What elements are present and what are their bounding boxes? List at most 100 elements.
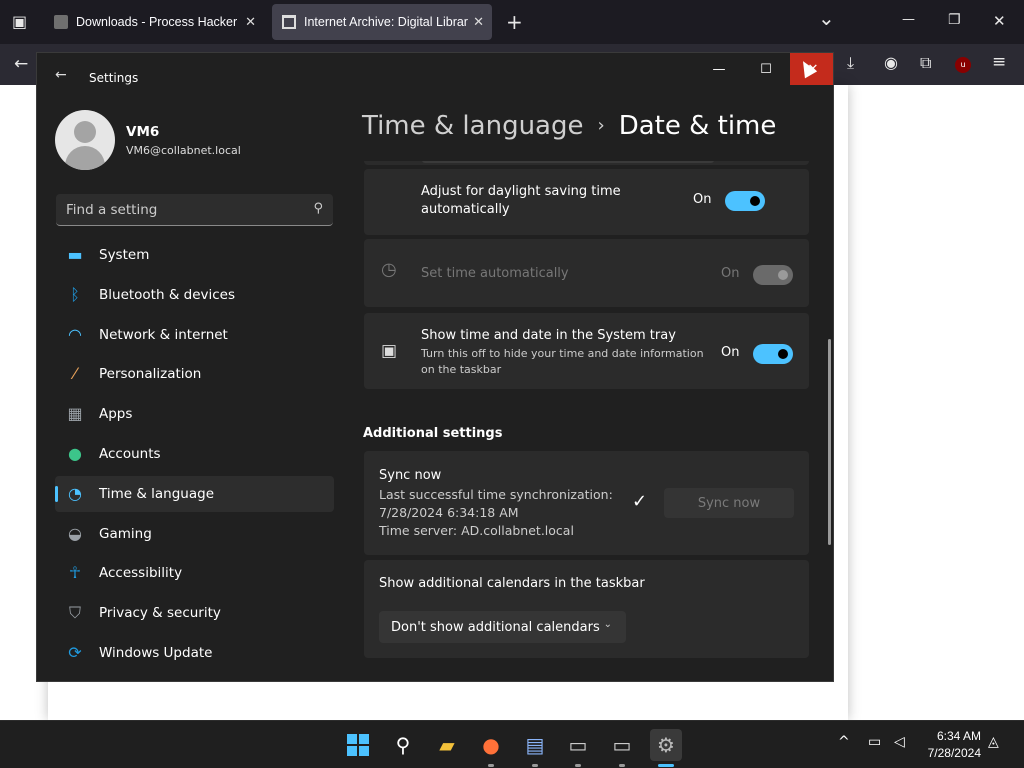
sync-now-card: Sync now Last successful time synchroniz…	[364, 451, 809, 555]
sidebar-item-accessibility[interactable]: ☥ Accessibility	[55, 555, 334, 591]
page-title: Date & time	[618, 111, 777, 141]
update-icon: ⟳	[68, 642, 82, 662]
tray-overflow-icon[interactable]: ^	[838, 734, 850, 750]
system-tray-state: On	[721, 345, 740, 360]
sidebar-item-system[interactable]: ▬ System	[55, 237, 334, 273]
volume-muted-icon[interactable]: ◁	[894, 734, 905, 750]
new-tab-button[interactable]: +	[506, 10, 523, 34]
daylight-saving-label: Adjust for daylight saving time automati…	[421, 183, 621, 219]
list-all-tabs-button[interactable]: ⌄	[818, 6, 835, 30]
apps-icon: ▦	[67, 404, 83, 424]
sidebar-item-label: Time & language	[99, 485, 215, 502]
accounts-icon: ●	[68, 443, 82, 463]
shield-icon: ⛉	[68, 603, 81, 623]
search-box[interactable]: ⚲	[56, 194, 333, 226]
start-icon[interactable]	[342, 729, 374, 761]
search-input[interactable]	[66, 200, 296, 220]
close-icon[interactable]: ✕	[473, 14, 484, 30]
daylight-saving-state: On	[693, 192, 712, 207]
sidebar-item-apps[interactable]: ▦ Apps	[55, 396, 334, 432]
breadcrumb: Time & language › Date & time	[362, 111, 776, 141]
user-name: VM6	[126, 124, 160, 140]
clock[interactable]: 6:34 AM 7/28/2024	[928, 728, 981, 762]
file-explorer-icon[interactable]: ▰	[431, 729, 463, 761]
sidebar-item-network[interactable]: ◠ Network & internet	[55, 317, 334, 353]
tab-internet-archive[interactable]: Internet Archive: Digital Library ✕	[272, 4, 492, 40]
extensions-icon[interactable]: ⧉	[920, 53, 931, 73]
set-time-auto-toggle	[753, 265, 793, 285]
wifi-icon: ◠	[68, 324, 82, 344]
maximize-button[interactable]: ☐	[743, 53, 789, 85]
avatar[interactable]	[55, 110, 115, 170]
partial-dropdown	[422, 161, 714, 163]
close-icon[interactable]: ✕	[245, 14, 256, 30]
powershell-icon[interactable]: ▭	[606, 729, 638, 767]
scrollbar[interactable]	[828, 339, 831, 545]
sidebar-item-label: Accessibility	[99, 565, 183, 582]
minimize-button[interactable]: —	[696, 53, 742, 85]
sidebar-item-privacy[interactable]: ⛉ Privacy & security	[55, 595, 334, 631]
sidebar-item-label: Accounts	[99, 445, 161, 462]
breadcrumb-parent[interactable]: Time & language	[362, 111, 583, 141]
browser-close-button[interactable]: ✕	[993, 12, 1006, 30]
back-arrow-icon[interactable]: ←	[55, 67, 67, 83]
sync-server: Time server: AD.collabnet.local	[379, 523, 574, 538]
sync-now-button[interactable]: Sync now	[664, 488, 794, 518]
running-indicator	[488, 764, 494, 767]
back-button[interactable]: ←	[14, 54, 28, 74]
system-tray-desc-line2: on the taskbar	[421, 363, 502, 376]
search-icon[interactable]: ⚲	[313, 201, 323, 216]
sync-timestamp: 7/28/2024 6:34:18 AM	[379, 505, 519, 520]
ublock-icon[interactable]: u	[955, 57, 971, 73]
download-icon[interactable]: ⤓	[847, 53, 854, 73]
additional-calendars-card: Show additional calendars in the taskbar…	[364, 560, 809, 658]
calendar-clock-icon: ▣	[381, 341, 398, 361]
browser-minimize-button[interactable]: —	[902, 12, 915, 27]
breadcrumb-separator: ›	[597, 115, 605, 136]
sidebar-item-windows-update[interactable]: ⟳ Windows Update	[55, 635, 334, 671]
window-title: Settings	[89, 71, 139, 85]
sidebar-item-label: Apps	[99, 406, 133, 423]
browser-restore-button[interactable]: ❐	[948, 12, 961, 28]
sync-details: Last successful time synchronization: 7/…	[379, 486, 613, 540]
running-indicator	[619, 764, 625, 767]
sidebar-item-label: Privacy & security	[99, 605, 221, 622]
calendars-dropdown-value: Don't show additional calendars	[391, 619, 600, 635]
daylight-saving-card: Adjust for daylight saving time automati…	[364, 169, 809, 235]
avatar-body	[65, 146, 105, 170]
firefox-icon[interactable]: ●	[475, 729, 507, 767]
calendars-dropdown[interactable]: Don't show additional calendars ⌄	[379, 611, 626, 643]
network-icon[interactable]: ▭	[868, 734, 881, 750]
system-tray-toggle[interactable]	[753, 344, 793, 364]
sidebar-item-label: Gaming	[99, 525, 152, 542]
globe-clock-icon: ◔	[68, 483, 82, 503]
account-icon[interactable]: ◉	[884, 53, 898, 72]
tab-process-hacker[interactable]: Downloads - Process Hacker ✕	[44, 4, 264, 40]
sidebar-item-accounts[interactable]: ● Accounts	[55, 436, 334, 472]
search-icon[interactable]: ⚲	[387, 729, 419, 761]
sidebar-item-personalization[interactable]: ⁄ Personalization	[55, 356, 334, 392]
system-tray-label: Show time and date in the System tray	[421, 328, 676, 343]
process-hacker-favicon	[54, 15, 68, 29]
sidebar-item-bluetooth[interactable]: ᛒ Bluetooth & devices	[55, 277, 334, 313]
system-tray-description: Turn this off to hide your time and date…	[421, 346, 704, 378]
remote-desktop-icon[interactable]: ▤	[519, 729, 551, 767]
daylight-saving-line1: Adjust for daylight saving time	[421, 184, 621, 199]
menu-icon[interactable]: ≡	[992, 52, 1006, 72]
sidebar-item-gaming[interactable]: ◒ Gaming	[55, 516, 334, 552]
notification-bell-icon[interactable]: ◬	[988, 734, 999, 750]
set-time-auto-state: On	[721, 266, 740, 281]
windows-logo	[347, 734, 369, 756]
daylight-saving-toggle[interactable]	[725, 191, 765, 211]
daylight-saving-line2: automatically	[421, 202, 510, 217]
sync-last-line: Last successful time synchronization:	[379, 487, 613, 502]
tab-overview-icon[interactable]: ▣	[12, 12, 27, 31]
tab-label: Internet Archive: Digital Library	[304, 15, 468, 29]
chevron-down-icon: ⌄	[603, 619, 612, 630]
gamepad-icon: ◒	[68, 523, 82, 543]
settings-icon[interactable]: ⚙	[650, 729, 682, 767]
terminal-icon[interactable]: ▭	[562, 729, 594, 767]
set-time-auto-card: ◷ Set time automatically On	[364, 239, 809, 307]
sidebar-item-time-language[interactable]: ◔ Time & language	[55, 475, 334, 512]
brush-icon: ⁄	[73, 364, 77, 384]
